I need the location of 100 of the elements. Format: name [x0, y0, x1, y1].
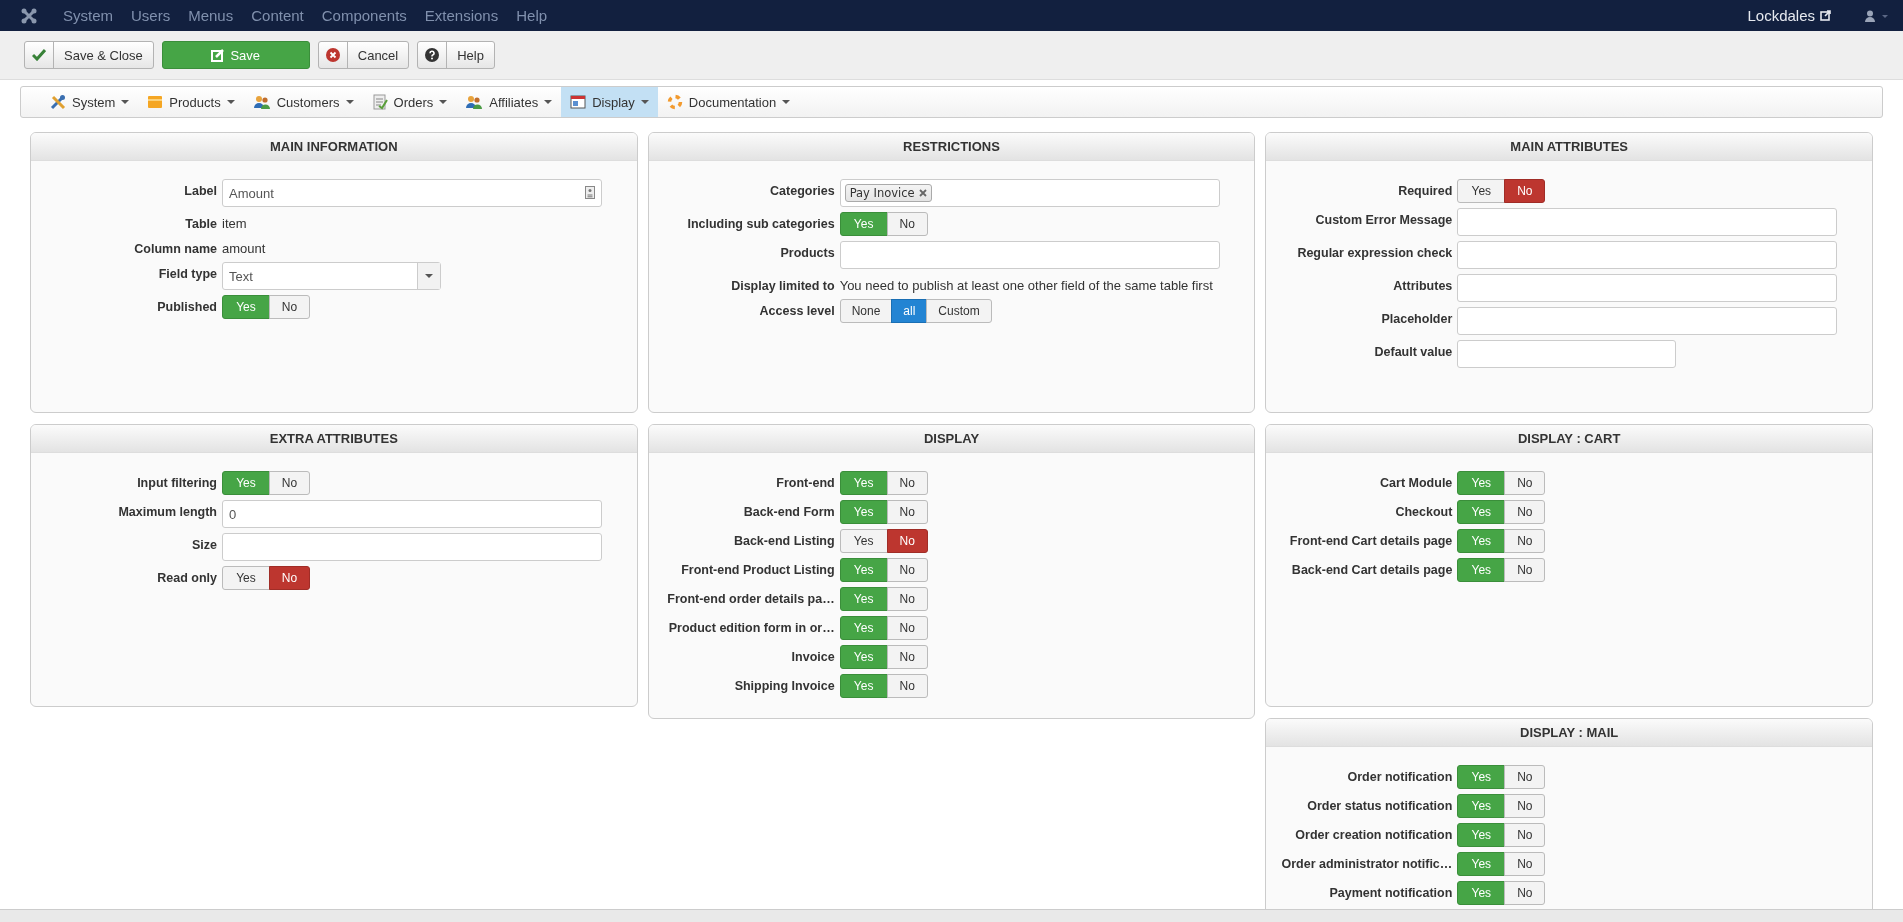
field-label: Shipping Invoice — [733, 678, 835, 694]
field-label: Order administrator notific… — [1280, 856, 1453, 872]
menu-item[interactable]: Menus — [179, 7, 243, 24]
field-label: Categories — [769, 183, 835, 199]
menu-tab[interactable]: Orders — [362, 87, 457, 117]
toggle-option[interactable]: No — [886, 529, 928, 553]
display-icon — [570, 95, 587, 109]
toggle-option[interactable]: No — [1504, 471, 1546, 495]
save-close-button[interactable]: Save & Close — [24, 41, 154, 69]
toggle-option[interactable]: No — [1504, 500, 1546, 524]
lifebuoy-icon — [666, 94, 683, 110]
field-label: Read only — [156, 570, 217, 586]
cancel-button[interactable]: Cancel — [317, 41, 410, 69]
field-label: Payment notification — [1328, 885, 1453, 901]
input-field[interactable] — [1457, 274, 1838, 302]
toggle-option[interactable]: No — [886, 500, 928, 524]
toggle-option[interactable]: No — [1504, 794, 1546, 818]
toggle-option[interactable]: No — [886, 645, 928, 669]
toggle-option[interactable]: No — [1504, 558, 1546, 582]
field-label: Invoice — [790, 649, 835, 665]
toggle-option[interactable]: all — [891, 299, 928, 323]
panel-title: DISPLAY — [648, 425, 1255, 453]
caret-icon — [782, 100, 791, 104]
toggle-option[interactable]: No — [1504, 529, 1546, 553]
field-label: Front-end Product Listing — [680, 562, 835, 578]
users-icon — [252, 94, 271, 110]
select-field[interactable]: Text — [222, 262, 441, 290]
toggle-option[interactable]: No — [269, 295, 310, 319]
toggle-option[interactable]: Yes — [839, 529, 888, 553]
toggle-option[interactable]: No — [1504, 852, 1546, 876]
caret-icon — [226, 100, 235, 104]
toggle-option[interactable]: No — [269, 471, 310, 495]
field-label: Back-end Form — [742, 504, 835, 520]
menu-tab[interactable]: Documentation — [657, 87, 800, 117]
menu-tab[interactable]: Customers — [243, 87, 363, 117]
users-icon — [465, 94, 484, 110]
menu-item[interactable]: Content — [242, 7, 313, 24]
toggle-option[interactable]: No — [269, 566, 310, 590]
field-label: Label — [183, 183, 217, 199]
check-icon — [32, 49, 46, 61]
help-button[interactable]: Help — [417, 41, 495, 69]
field-label: Order creation notification — [1294, 827, 1453, 843]
toggle-option[interactable]: No — [1504, 179, 1546, 203]
input-field[interactable] — [1457, 340, 1677, 368]
toggle-option[interactable]: No — [886, 674, 928, 698]
toggle-option[interactable]: No — [1504, 765, 1546, 789]
input-field[interactable] — [1457, 307, 1838, 335]
edit-icon — [211, 48, 225, 62]
input-field[interactable] — [1457, 208, 1838, 236]
input-field[interactable] — [222, 533, 602, 561]
input-field[interactable] — [1457, 241, 1838, 269]
field-label: Table — [184, 216, 217, 232]
toggle-option[interactable]: No — [886, 471, 928, 495]
input-field[interactable]: 0 — [222, 500, 602, 528]
logo-icon[interactable] — [20, 6, 38, 25]
menu-tab[interactable]: Products — [138, 87, 244, 117]
toggle-option[interactable]: No — [1504, 823, 1546, 847]
input-field[interactable] — [839, 241, 1220, 269]
field-value: item — [222, 215, 248, 231]
toggle-option[interactable]: No — [886, 587, 928, 611]
field-label: Back-end Listing — [732, 533, 835, 549]
field-label: Front-end Cart details page — [1288, 533, 1453, 549]
field-label: Cart Module — [1379, 475, 1453, 491]
menu-item[interactable]: Users — [122, 7, 180, 24]
panel-title: DISPLAY : CART — [1266, 425, 1872, 453]
toggle-option[interactable]: No — [886, 212, 928, 236]
field-label: Size — [191, 537, 217, 553]
field-label: Custom Error Message — [1314, 212, 1453, 228]
caret-icon — [544, 100, 553, 104]
menu-item[interactable]: Help — [507, 7, 557, 24]
toggle-option[interactable]: No — [1504, 881, 1546, 905]
site-link[interactable]: Lockdales — [1747, 7, 1815, 24]
toggle-option[interactable]: None — [839, 299, 893, 323]
tag-field[interactable]: Pay Inovice — [839, 179, 1220, 207]
toggle-option[interactable]: Yes — [222, 566, 270, 590]
toggle-option[interactable]: Custom — [926, 299, 992, 323]
field-label: Access level — [758, 303, 835, 319]
menu-tab[interactable]: System — [41, 87, 139, 117]
toggle-option[interactable]: No — [886, 558, 928, 582]
field-value: amount — [222, 240, 267, 256]
menu-item[interactable]: System — [54, 7, 122, 24]
caret-icon — [439, 100, 448, 104]
user-icon[interactable] — [1865, 9, 1889, 22]
caret-icon — [640, 100, 649, 104]
remove-icon[interactable] — [918, 189, 927, 197]
field-label: Including sub categories — [686, 216, 835, 232]
toggle-option[interactable]: Yes — [1457, 179, 1506, 203]
document-icon — [371, 94, 388, 110]
input-field[interactable]: Amount — [222, 179, 602, 207]
menu-tab[interactable]: Affiliates — [456, 87, 562, 117]
tools-icon — [50, 94, 66, 110]
toggle-option[interactable]: No — [886, 616, 928, 640]
external-link-icon — [1820, 10, 1831, 21]
field-label: Attributes — [1392, 278, 1453, 294]
caret-icon — [425, 274, 433, 278]
menu-tab[interactable]: Display — [561, 87, 658, 117]
field-value: You need to publish at least one other field of the same table first — [839, 277, 1214, 293]
menu-item[interactable]: Extensions — [415, 7, 508, 24]
menu-item[interactable]: Components — [312, 7, 416, 24]
field-label: Front-end order details pa… — [666, 591, 835, 607]
